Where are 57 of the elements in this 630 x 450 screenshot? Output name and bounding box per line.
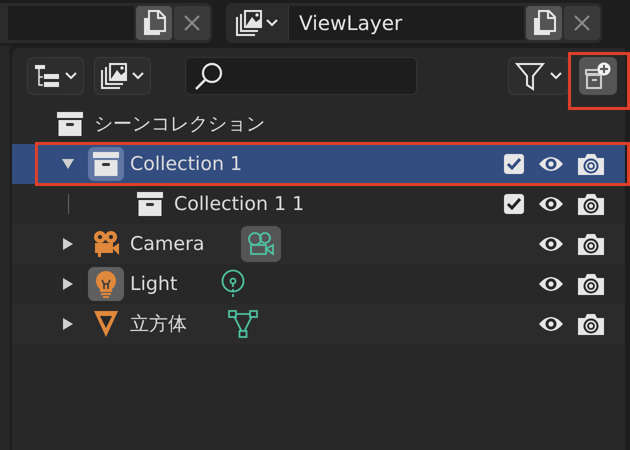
image-stack-icon — [236, 10, 262, 36]
copy-icon — [532, 10, 556, 36]
camera-data-icon — [246, 231, 275, 257]
mesh-data-icon — [228, 310, 258, 338]
search-field[interactable] — [185, 57, 417, 95]
eye-icon[interactable] — [538, 195, 564, 213]
checkbox[interactable] — [504, 194, 524, 214]
render-camera-icon[interactable] — [578, 193, 604, 215]
item-name: 立方体 — [130, 312, 187, 337]
eye-icon[interactable] — [538, 315, 564, 333]
camera-object-icon — [92, 230, 120, 258]
search-icon — [194, 61, 224, 91]
close-button[interactable] — [564, 6, 600, 40]
render-camera-icon[interactable] — [578, 153, 604, 175]
display-mode-button[interactable] — [27, 57, 84, 95]
collection-icon — [137, 192, 163, 216]
image-stack-icon — [101, 63, 127, 89]
item-name: Collection 1 — [130, 153, 242, 175]
expand-arrow-icon[interactable] — [62, 238, 74, 250]
caret-icon — [65, 72, 77, 80]
eye-icon[interactable] — [538, 275, 564, 293]
view-layer-filter-button[interactable] — [94, 57, 151, 95]
item-name: Collection 1 1 — [174, 193, 304, 215]
eye-icon[interactable] — [538, 235, 564, 253]
filter-icon — [515, 61, 545, 91]
caret-icon — [266, 19, 278, 27]
expand-arrow-icon[interactable] — [62, 318, 74, 330]
outliner-row[interactable]: Collection 1 1 — [12, 184, 625, 224]
filter-button[interactable] — [508, 57, 569, 95]
expand-arrow-icon[interactable] — [62, 278, 74, 290]
collection-icon — [57, 112, 83, 136]
close-button[interactable] — [174, 6, 210, 40]
copy-button[interactable] — [136, 6, 172, 40]
new-collection-button[interactable] — [579, 57, 617, 95]
light-data-icon — [220, 269, 246, 299]
expand-arrow-icon[interactable] — [62, 158, 74, 170]
close-icon — [183, 14, 201, 32]
outliner-row[interactable]: Light — [12, 264, 625, 304]
item-name: シーンコレクション — [94, 112, 265, 137]
item-name: Light — [130, 273, 178, 295]
render-camera-icon[interactable] — [578, 273, 604, 295]
render-camera-icon[interactable] — [578, 313, 604, 335]
new-collection-icon — [585, 62, 611, 90]
copy-icon — [142, 10, 166, 36]
close-icon — [573, 14, 591, 32]
caret-icon — [132, 72, 144, 80]
render-camera-icon[interactable] — [578, 233, 604, 255]
tree-list-icon — [34, 64, 60, 88]
view-layer-field[interactable]: ViewLayer — [288, 6, 524, 40]
light-bulb-icon — [94, 270, 118, 298]
collection-icon — [93, 152, 119, 176]
caret-icon — [550, 72, 562, 80]
checkbox[interactable] — [504, 154, 524, 174]
item-name: Camera — [130, 233, 205, 255]
mesh-object-icon — [93, 310, 119, 338]
copy-button[interactable] — [526, 6, 562, 40]
eye-icon[interactable] — [538, 155, 564, 173]
